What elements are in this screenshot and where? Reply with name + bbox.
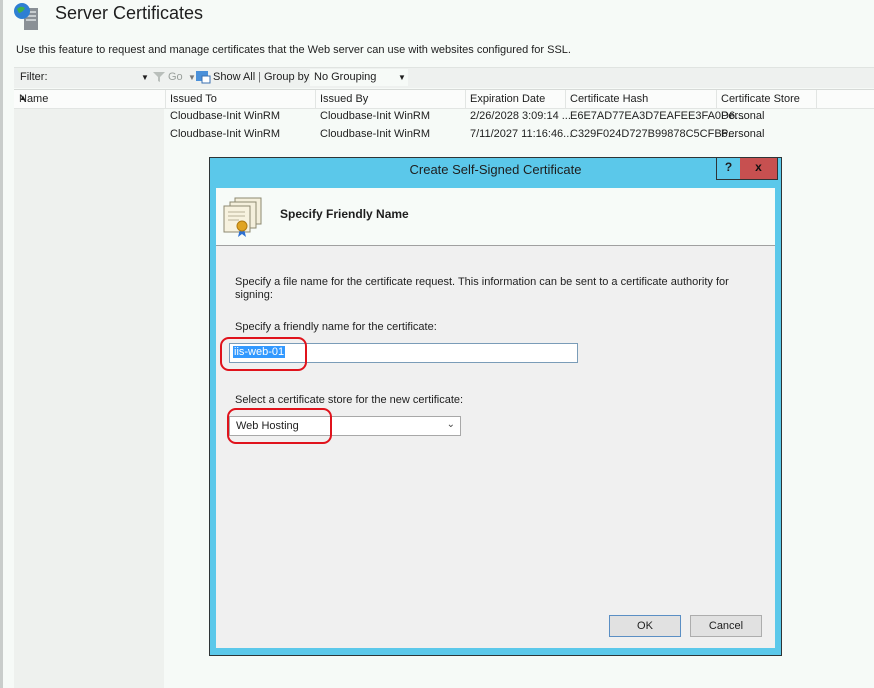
filter-dropdown-arrow-icon[interactable]: ▼ xyxy=(141,73,149,82)
cancel-button[interactable]: Cancel xyxy=(690,615,762,637)
column-label: Issued To xyxy=(170,93,217,105)
filter-toolbar: Filter: ▼ Go ▼ Show All | Group by: No G… xyxy=(14,67,874,88)
toolbar-separator: | xyxy=(258,71,261,83)
group-by-label: Group by: xyxy=(264,71,313,83)
cell-expiration: 7/11/2027 11:16:46... xyxy=(470,128,573,140)
cell-issued-to: Cloudbase-Init WinRM xyxy=(170,110,281,122)
column-label: Certificate Hash xyxy=(570,93,649,105)
instructions-line-1: Specify a file name for the certificate … xyxy=(235,276,729,288)
red-highlight-annotation xyxy=(227,408,332,444)
show-all-button[interactable]: Show All xyxy=(213,71,255,83)
page-description: Use this feature to request and manage c… xyxy=(16,44,571,56)
table-row[interactable]: Cloudbase-Init WinRM Cloudbase-Init WinR… xyxy=(14,126,874,144)
window-left-border xyxy=(0,0,3,688)
column-header-certificate-hash[interactable]: Certificate Hash xyxy=(565,90,717,108)
column-header-certificate-store[interactable]: Certificate Store xyxy=(716,90,817,108)
dialog-banner: Specify Friendly Name xyxy=(216,188,775,246)
ok-button[interactable]: OK xyxy=(609,615,681,637)
name-column-background xyxy=(14,107,164,688)
cell-store: Personal xyxy=(721,128,765,140)
cell-store: Personal xyxy=(721,110,765,122)
cell-hash: C329F024D727B99878C5CFB6... xyxy=(570,128,737,140)
page-title: Server Certificates xyxy=(55,3,204,23)
column-label: Certificate Store xyxy=(721,93,800,105)
column-header-issued-to[interactable]: Issued To xyxy=(165,90,316,108)
go-dropdown-arrow-icon[interactable]: ▼ xyxy=(188,73,196,82)
create-self-signed-certificate-dialog: Create Self-Signed Certificate ? x Speci… xyxy=(209,157,782,656)
group-by-select[interactable]: No Grouping ▼ xyxy=(310,69,408,86)
group-by-value: No Grouping xyxy=(314,71,377,83)
cell-expiration: 2/26/2028 3:09:14 ... xyxy=(470,110,571,122)
show-all-icon xyxy=(196,71,211,84)
column-header-name[interactable]: Name ▲ xyxy=(14,90,166,108)
red-highlight-annotation xyxy=(220,337,307,371)
close-button[interactable]: x xyxy=(740,158,778,180)
server-certificates-icon xyxy=(14,3,38,30)
column-header-expiration-date[interactable]: Expiration Date xyxy=(465,90,566,108)
cell-issued-by: Cloudbase-Init WinRM xyxy=(320,128,431,140)
chevron-down-icon: ⌄ xyxy=(446,419,455,430)
instructions-line-2: signing: xyxy=(235,289,273,301)
column-label: Issued By xyxy=(320,93,369,105)
friendly-name-label: Specify a friendly name for the certific… xyxy=(235,321,437,333)
chevron-down-icon: ▼ xyxy=(398,73,406,82)
certificate-icon xyxy=(223,197,262,237)
grid-header: Name ▲ Issued To Issued By Expiration Dat… xyxy=(14,89,874,109)
help-button[interactable]: ? xyxy=(716,158,740,180)
funnel-icon xyxy=(153,72,165,82)
column-label: Expiration Date xyxy=(470,93,546,105)
cell-hash: E6E7AD77EA3D7EAFEE3FA0D6... xyxy=(570,110,745,122)
banner-title: Specify Friendly Name xyxy=(280,207,409,221)
cell-issued-to: Cloudbase-Init WinRM xyxy=(170,128,281,140)
table-row[interactable]: Cloudbase-Init WinRM Cloudbase-Init WinR… xyxy=(14,108,874,126)
dialog-title: Create Self-Signed Certificate xyxy=(409,162,582,177)
filter-label: Filter: xyxy=(20,71,48,83)
dialog-body: Specify a file name for the certificate … xyxy=(216,246,775,648)
sort-ascending-icon: ▲ xyxy=(19,93,27,102)
column-header-issued-by[interactable]: Issued By xyxy=(315,90,466,108)
go-button[interactable]: Go xyxy=(168,71,183,83)
cell-issued-by: Cloudbase-Init WinRM xyxy=(320,110,431,122)
certificate-store-label: Select a certificate store for the new c… xyxy=(235,394,464,406)
